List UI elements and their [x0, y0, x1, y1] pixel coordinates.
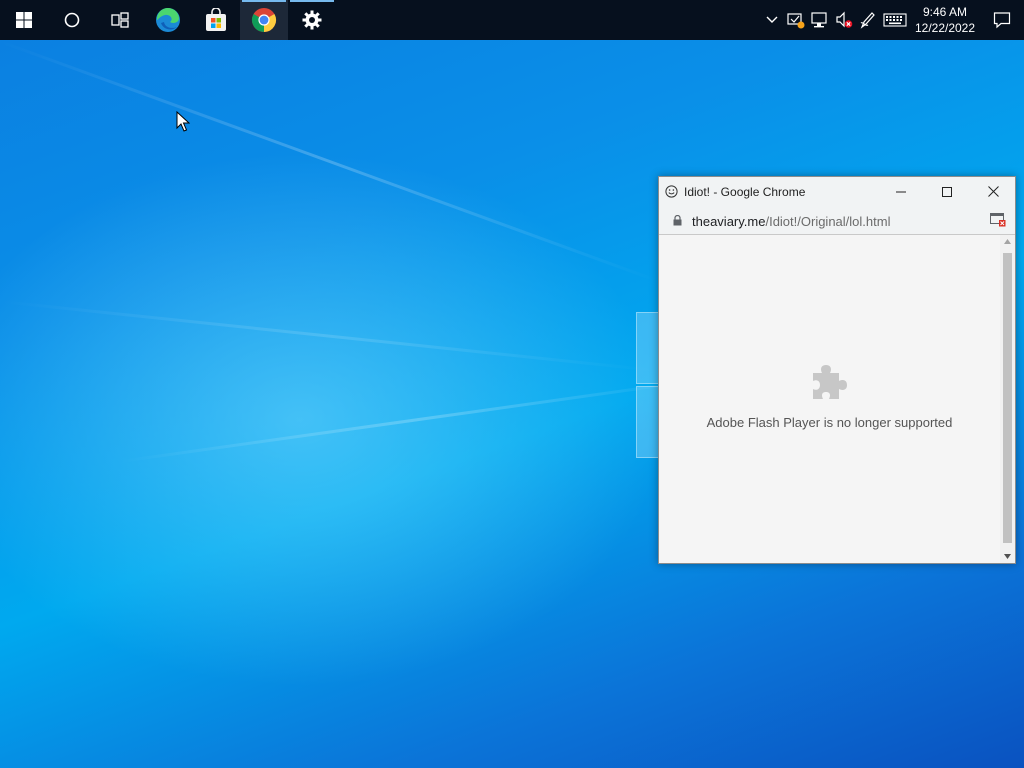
popup-blocked-icon[interactable] — [990, 213, 1006, 227]
mouse-cursor-icon — [176, 111, 190, 132]
clock-date: 12/22/2022 — [914, 21, 976, 35]
vertical-scrollbar[interactable] — [1000, 235, 1015, 563]
wallpaper-beam — [119, 376, 715, 463]
store-bag-icon — [206, 8, 226, 31]
chrome-popup-window[interactable]: Idiot! - Google Chrome theaviary.me/Idio… — [658, 176, 1016, 564]
clock-time: 9:46 AM — [922, 5, 968, 19]
chevron-up-icon — [766, 16, 778, 23]
edge-icon — [156, 7, 180, 32]
scroll-up-arrow-icon[interactable] — [1004, 239, 1011, 244]
taskbar: 9:46 AM 12/22/2022 — [0, 0, 1024, 40]
notification-icon — [993, 12, 1011, 29]
security-warning-icon — [787, 13, 805, 29]
flash-unsupported-message: Adobe Flash Player is no longer supporte… — [706, 415, 953, 430]
url-text[interactable]: theaviary.me/Idiot!/Original/lol.html — [692, 211, 890, 230]
gear-icon — [302, 10, 322, 30]
puzzle-plugin-icon — [813, 365, 847, 399]
smiley-favicon-icon — [665, 185, 678, 198]
touch-keyboard-tray-button[interactable] — [880, 0, 910, 40]
task-view-icon — [111, 12, 129, 28]
settings-taskbar-button[interactable] — [288, 0, 336, 40]
chrome-icon — [251, 8, 277, 32]
window-title-bar[interactable]: Idiot! - Google Chrome — [659, 177, 1015, 206]
volume-muted-icon — [836, 11, 853, 28]
maximize-icon — [942, 186, 952, 197]
scroll-down-arrow-icon[interactable] — [1004, 554, 1011, 559]
minimize-button[interactable] — [878, 177, 924, 206]
close-button[interactable] — [970, 177, 1016, 206]
system-tray: 9:46 AM 12/22/2022 — [760, 0, 1024, 40]
network-icon — [811, 12, 827, 28]
keyboard-icon — [883, 13, 907, 27]
edge-taskbar-button[interactable] — [144, 0, 192, 40]
show-hidden-icons-button[interactable] — [760, 0, 784, 40]
store-taskbar-button[interactable] — [192, 0, 240, 40]
window-title: Idiot! - Google Chrome — [684, 184, 806, 199]
cortana-circle-icon — [64, 12, 80, 28]
volume-tray-button[interactable] — [832, 0, 856, 40]
minimize-icon — [896, 191, 906, 192]
url-domain: theaviary.me — [692, 213, 766, 229]
chrome-taskbar-button[interactable] — [240, 0, 288, 40]
lock-icon[interactable] — [673, 214, 682, 226]
action-center-button[interactable] — [980, 0, 1024, 40]
address-bar[interactable]: theaviary.me/Idiot!/Original/lol.html — [659, 206, 1015, 235]
start-button[interactable] — [0, 0, 48, 40]
scrollbar-thumb[interactable] — [1003, 253, 1012, 543]
wallpaper-beam — [0, 300, 657, 372]
url-path: /Idiot!/Original/lol.html — [765, 213, 891, 229]
pen-tray-button[interactable] — [856, 0, 880, 40]
pen-icon — [860, 12, 875, 29]
search-button[interactable] — [48, 0, 96, 40]
taskbar-clock[interactable]: 9:46 AM 12/22/2022 — [910, 0, 980, 40]
security-tray-button[interactable] — [784, 0, 808, 40]
windows-logo-icon — [16, 12, 32, 28]
wallpaper-beam — [0, 40, 659, 283]
page-content[interactable]: Adobe Flash Player is no longer supporte… — [659, 235, 1000, 563]
maximize-button[interactable] — [924, 177, 970, 206]
task-view-button[interactable] — [96, 0, 144, 40]
close-icon — [987, 186, 999, 197]
network-tray-button[interactable] — [808, 0, 832, 40]
